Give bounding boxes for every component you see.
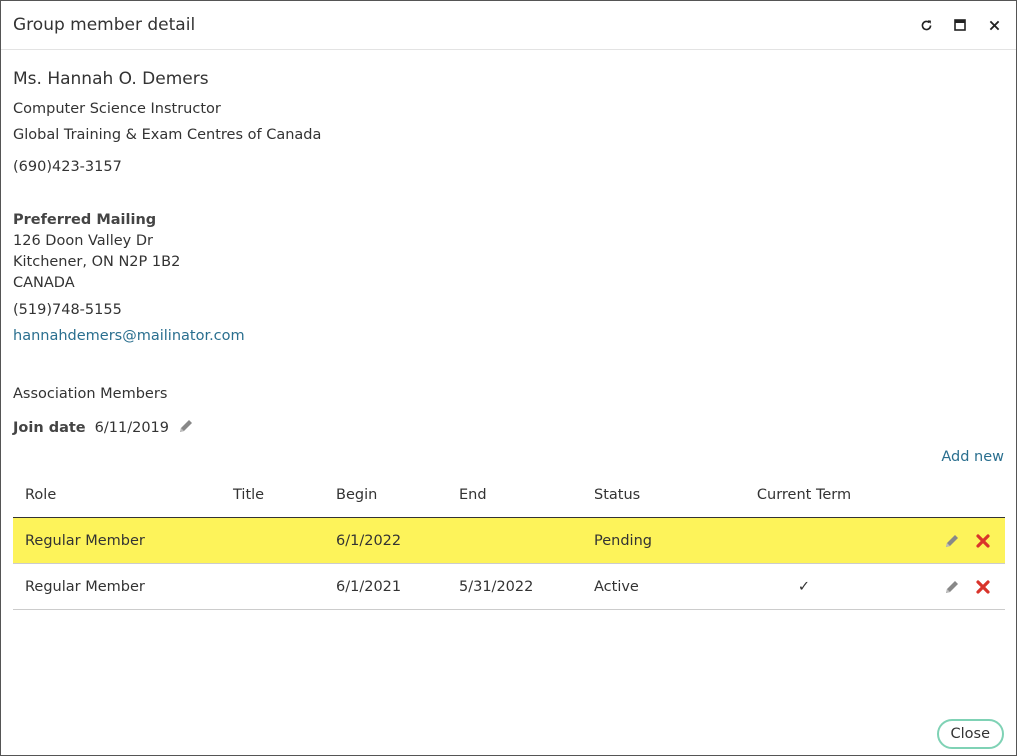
cell-role: Regular Member bbox=[25, 532, 145, 549]
cell-status: Pending bbox=[594, 532, 652, 549]
add-new-link[interactable]: Add new bbox=[941, 449, 1004, 465]
close-button[interactable]: Close bbox=[936, 719, 1004, 749]
header-current-term: Current Term bbox=[756, 487, 852, 503]
window-controls bbox=[918, 17, 1004, 33]
join-date-value: 6/11/2019 bbox=[94, 420, 169, 436]
mailing-street: 126 Doon Valley Dr bbox=[13, 233, 153, 249]
member-job-title: Computer Science Instructor bbox=[13, 101, 221, 117]
header-status: Status bbox=[594, 487, 641, 503]
mailing-city-line: Kitchener, ON N2P 1B2 bbox=[13, 254, 181, 270]
header-end: End bbox=[459, 487, 487, 503]
delete-x-icon[interactable] bbox=[974, 532, 992, 550]
association-heading: Association Members bbox=[13, 386, 168, 402]
maximize-icon[interactable] bbox=[952, 17, 968, 33]
refresh-icon[interactable] bbox=[918, 17, 934, 33]
member-phone: (690)423-3157 bbox=[13, 159, 122, 175]
join-date-label: Join date bbox=[13, 420, 86, 436]
pencil-icon[interactable] bbox=[943, 578, 961, 596]
cell-status: Active bbox=[594, 578, 639, 595]
close-icon[interactable] bbox=[986, 17, 1002, 33]
email-link[interactable]: hannahdemers@mailinator.com bbox=[13, 328, 245, 344]
table-header: Role Title Begin End Status Current Term bbox=[13, 473, 1005, 518]
pencil-icon[interactable] bbox=[178, 418, 194, 438]
table-row[interactable]: Regular Member 6/1/2021 5/31/2022 Active… bbox=[13, 564, 1005, 610]
header-begin: Begin bbox=[336, 487, 378, 503]
cell-begin: 6/1/2022 bbox=[336, 532, 402, 549]
pencil-icon[interactable] bbox=[943, 532, 961, 550]
mailing-heading: Preferred Mailing bbox=[13, 212, 157, 228]
header-title: Title bbox=[233, 487, 265, 503]
cell-current-term: ✓ bbox=[797, 578, 811, 595]
cell-begin: 6/1/2021 bbox=[336, 578, 402, 595]
dialog-title: Group member detail bbox=[13, 15, 196, 35]
join-date-row: Join date 6/11/2019 bbox=[13, 418, 194, 438]
cell-end: 5/31/2022 bbox=[459, 578, 534, 595]
mailing-country: CANADA bbox=[13, 275, 75, 291]
delete-x-icon[interactable] bbox=[974, 578, 992, 596]
member-name: Ms. Hannah O. Demers bbox=[13, 69, 209, 89]
header-role: Role bbox=[25, 487, 57, 503]
dialog-titlebar: Group member detail bbox=[1, 1, 1016, 50]
cell-role: Regular Member bbox=[25, 578, 145, 595]
table-row[interactable]: Regular Member 6/1/2022 Pending bbox=[13, 518, 1005, 564]
member-organization: Global Training & Exam Centres of Canada bbox=[13, 127, 322, 143]
mailing-phone: (519)748-5155 bbox=[13, 302, 122, 318]
group-member-dialog: Group member detail Ms. Hannah O. Demers… bbox=[0, 0, 1017, 756]
roles-table: Role Title Begin End Status Current Term… bbox=[13, 473, 1005, 610]
